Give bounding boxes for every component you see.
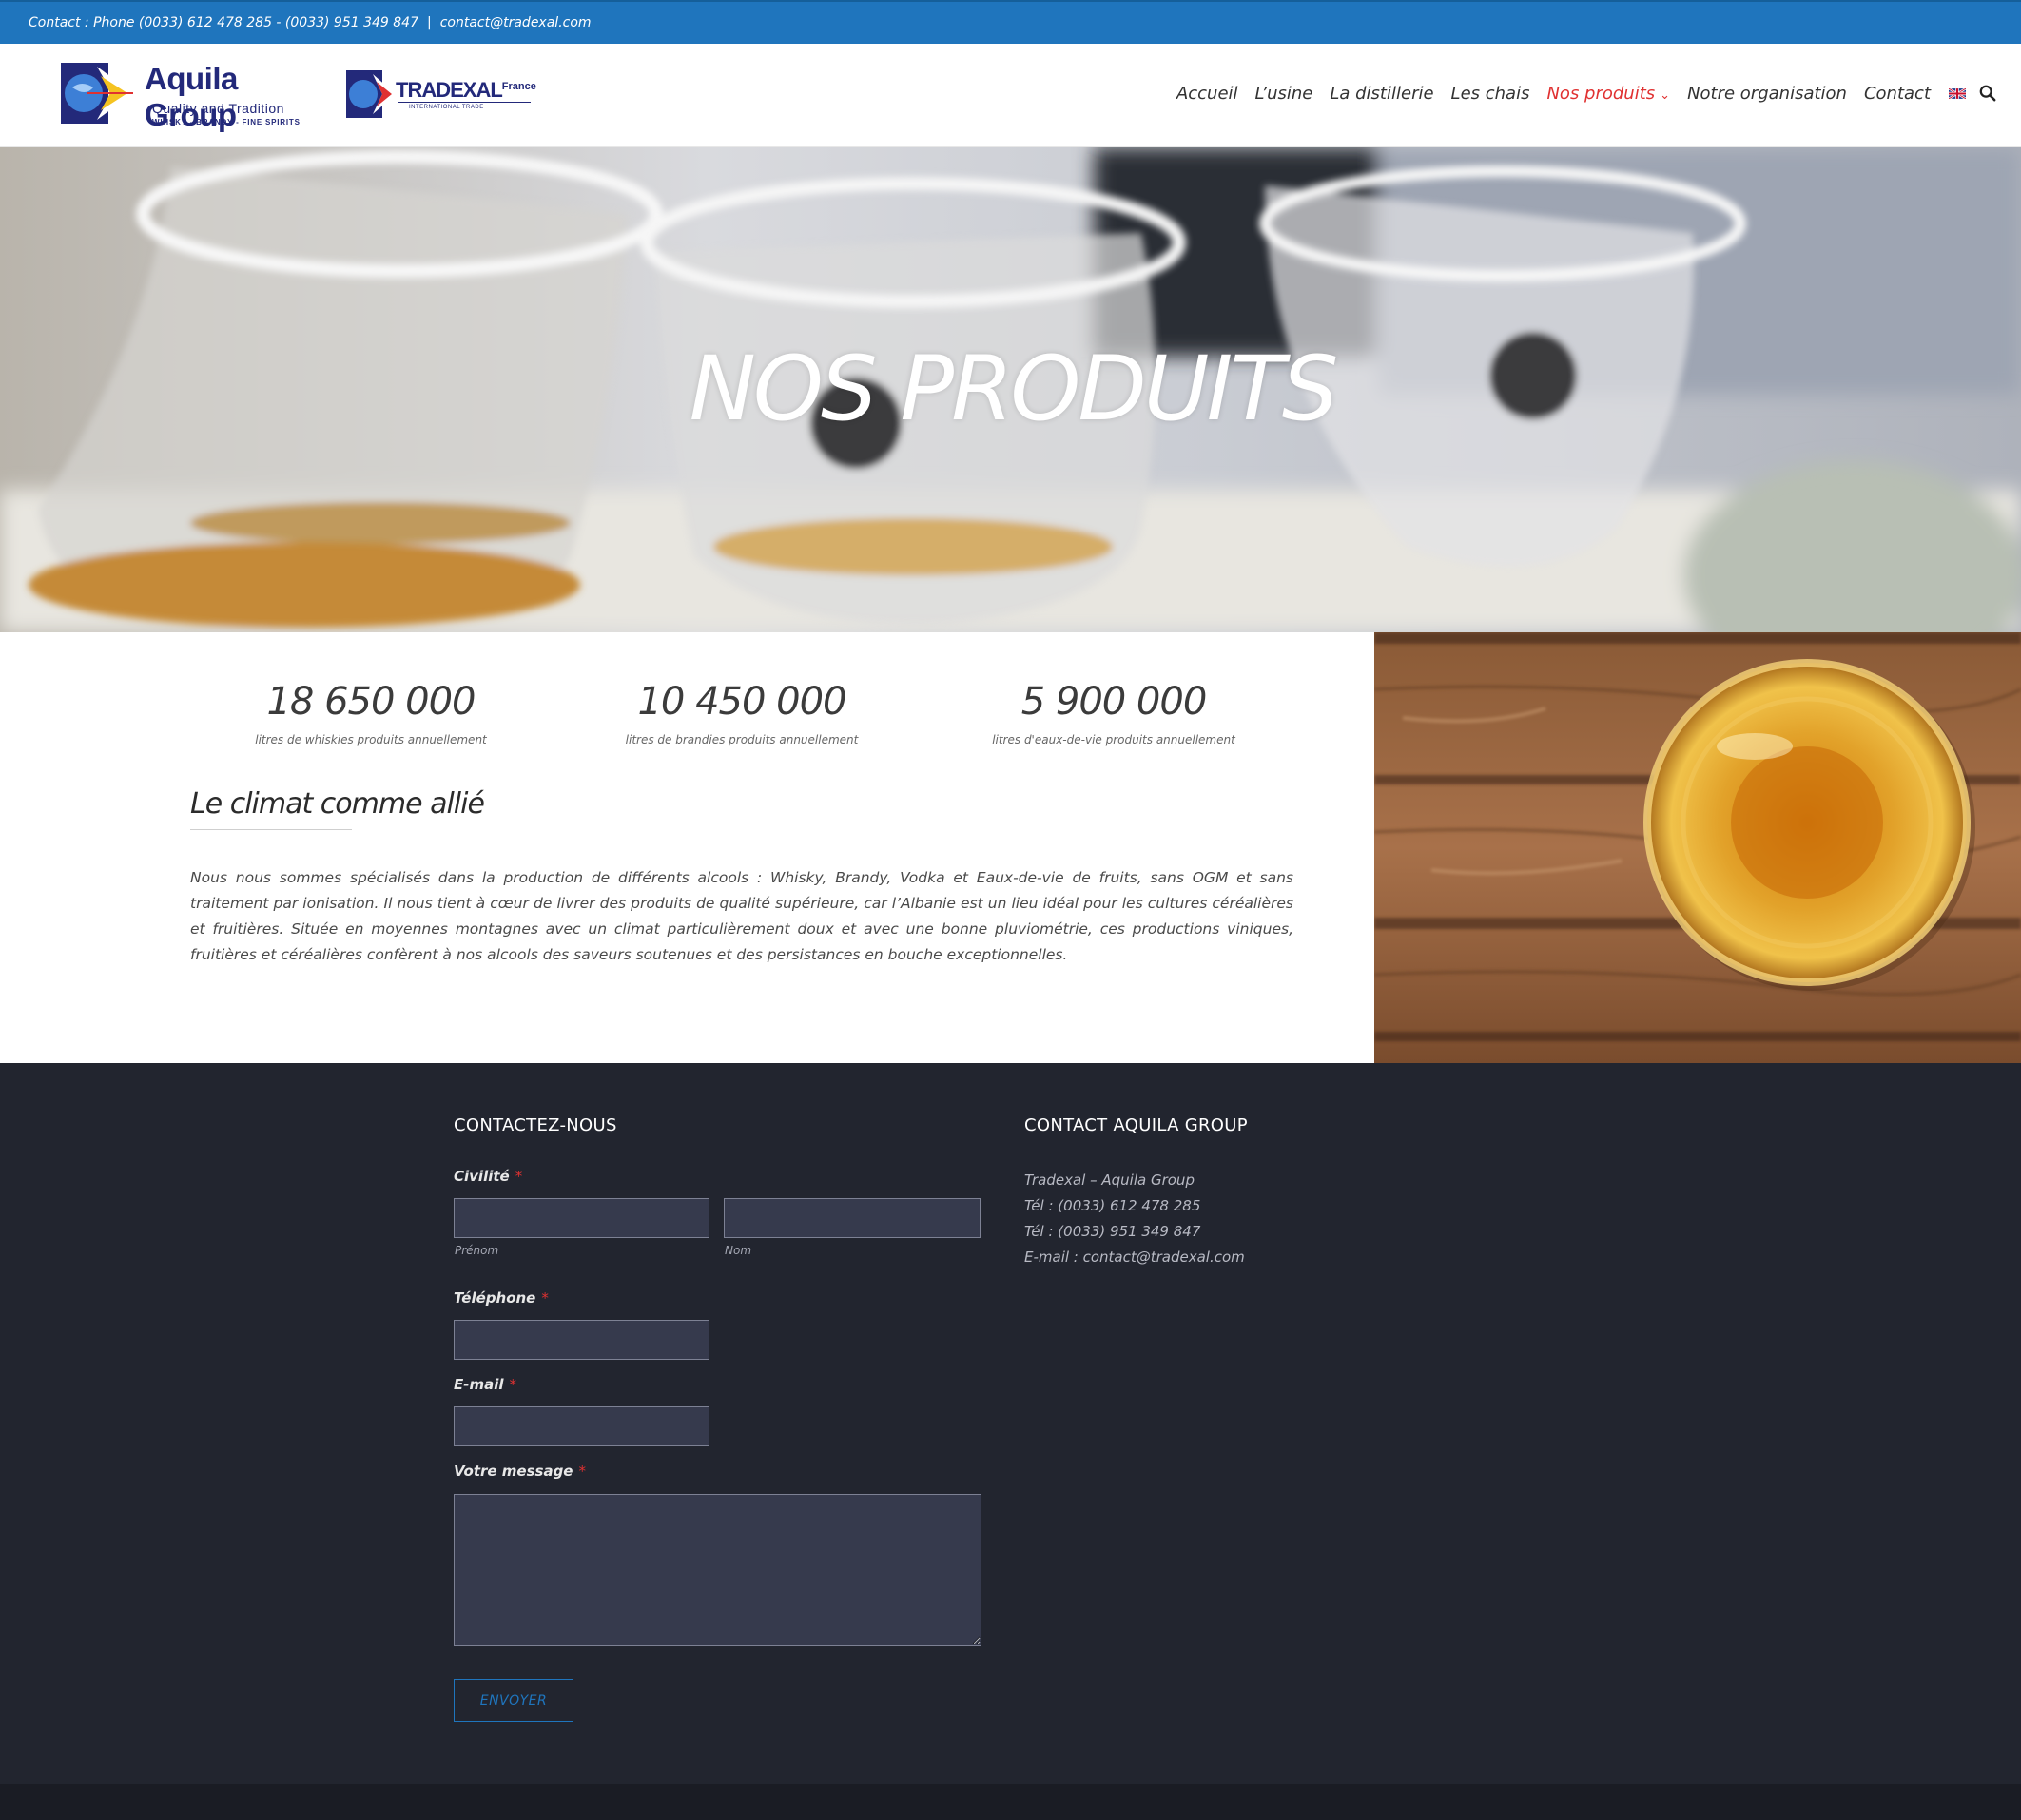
contact-phone-1: Tél : (0033) 612 478 285 [1024, 1197, 1201, 1214]
contact-info-heading: CONTACT AQUILA GROUP [1024, 1115, 1248, 1135]
message-label-text: Votre message [454, 1462, 573, 1480]
stat-label: litres de brandies produits annuellement [625, 733, 859, 746]
required-mark: * [541, 1289, 549, 1307]
stat-brandies: 10 450 000 litres de brandies produits a… [599, 680, 884, 746]
nav-label: L’usine [1254, 83, 1313, 104]
stat-value: 18 650 000 [266, 680, 476, 724]
whisky-glass-photo [1374, 632, 2021, 1063]
topbar-separator: | [427, 15, 432, 30]
phone-input[interactable] [454, 1320, 709, 1360]
lastname-input[interactable] [724, 1198, 981, 1238]
stat-label: litres d'eaux-de-vie produits annuelleme… [992, 733, 1235, 746]
lastname-sublabel: Nom [725, 1244, 752, 1257]
phone-label-text: Téléphone [454, 1289, 536, 1307]
tradexal-subline: INTERNATIONAL TRADE [409, 105, 484, 110]
tradexal-emblem-icon [346, 70, 396, 118]
required-mark: * [515, 1168, 523, 1185]
uk-flag-icon[interactable] [1949, 87, 1966, 99]
search-icon[interactable] [1979, 85, 1996, 102]
civility-label: Civilité * [454, 1168, 522, 1185]
chevron-down-icon: ⌄ [1660, 87, 1671, 103]
message-textarea[interactable] [454, 1494, 981, 1646]
nav-item-organisation[interactable]: Notre organisation [1679, 84, 1856, 104]
email-label: E-mail * [454, 1376, 516, 1393]
send-button[interactable]: ENVOYER [454, 1679, 573, 1722]
nav-item-chais[interactable]: Les chais [1443, 84, 1539, 104]
hero-title: NOS PRODUITS [689, 338, 1339, 441]
nav-label: La distillerie [1330, 83, 1434, 104]
tradexal-underline [398, 102, 531, 103]
nav-label: Notre organisation [1687, 83, 1847, 104]
email-label-text: E-mail [454, 1376, 504, 1393]
stat-label: litres de whiskies produits annuellement [255, 733, 487, 746]
site-header: Aquila Group Quality and Tradition WHISK… [0, 44, 2021, 147]
site-footer: CONTACTEZ-NOUS Civilité * Prénom Nom Télé… [0, 1063, 2021, 1784]
nav-item-nos-produits[interactable]: Nos produits ⌄ [1538, 84, 1679, 104]
topbar-email-link[interactable]: contact@tradexal.com [440, 15, 592, 30]
stat-eaux-de-vie: 5 900 000 litres d'eaux-de-vie produits … [971, 680, 1256, 746]
topbar-phones: Contact : Phone (0033) 612 478 285 - (00… [29, 15, 418, 30]
civility-label-text: Civilité [454, 1168, 510, 1185]
aquila-group-logo[interactable]: Aquila Group Quality and Tradition WHISK… [49, 55, 306, 133]
contact-company: Tradexal – Aquila Group [1024, 1171, 1195, 1189]
nav-item-usine[interactable]: L’usine [1247, 84, 1322, 104]
top-contact-bar: Contact : Phone (0033) 612 478 285 - (00… [0, 0, 2021, 44]
nav-label: Contact [1863, 83, 1931, 104]
tradexal-brand-suffix: France [501, 81, 536, 92]
firstname-sublabel: Prénom [455, 1244, 499, 1257]
whisky-glass-image [1374, 632, 2021, 1063]
firstname-input[interactable] [454, 1198, 709, 1238]
email-input[interactable] [454, 1406, 709, 1446]
nav-item-contact[interactable]: Contact [1856, 84, 1939, 104]
stat-value: 10 450 000 [637, 680, 846, 724]
nav-label: Nos produits [1546, 83, 1656, 104]
nav-label: Les chais [1450, 83, 1530, 104]
aquila-subline: WHISKY - BRANDY - FINE SPIRITS [152, 118, 301, 126]
footer-bottom-bar [0, 1784, 2021, 1820]
aquila-emblem-icon [61, 63, 133, 124]
stat-whiskies: 18 650 000 litres de whiskies produits a… [228, 680, 514, 746]
contact-info: Tradexal – Aquila Group Tél : (0033) 612… [1024, 1168, 1245, 1270]
tradexal-brand-text: TRADEXALFrance [396, 78, 536, 103]
tradexal-brand-name: TRADEXAL [396, 78, 503, 102]
stat-value: 5 900 000 [1020, 680, 1208, 724]
title-divider [190, 829, 352, 830]
contact-phone-2: Tél : (0033) 951 349 847 [1024, 1223, 1201, 1240]
hero-banner: NOS PRODUITS [0, 147, 2021, 632]
main-navigation: Accueil L’usine La distillerie Les chais… [1168, 74, 1996, 112]
aquila-tagline: Quality and Tradition [152, 101, 284, 116]
nav-item-accueil[interactable]: Accueil [1168, 84, 1247, 104]
message-label: Votre message * [454, 1462, 586, 1480]
required-mark: * [578, 1462, 586, 1480]
products-section: 18 650 000 litres de whiskies produits a… [0, 632, 1374, 1063]
phone-label: Téléphone * [454, 1289, 549, 1307]
section-title: Le climat comme allié [190, 787, 485, 821]
required-mark: * [509, 1376, 517, 1393]
tradexal-logo[interactable]: TRADEXALFrance INTERNATIONAL TRADE [342, 67, 542, 126]
nav-item-distillerie[interactable]: La distillerie [1321, 84, 1442, 104]
nav-label: Accueil [1176, 83, 1238, 104]
contact-email-link[interactable]: E-mail : contact@tradexal.com [1024, 1245, 1245, 1270]
contact-form-heading: CONTACTEZ-NOUS [454, 1115, 617, 1135]
section-paragraph: Nous nous sommes spécialisés dans la pro… [190, 869, 1293, 963]
